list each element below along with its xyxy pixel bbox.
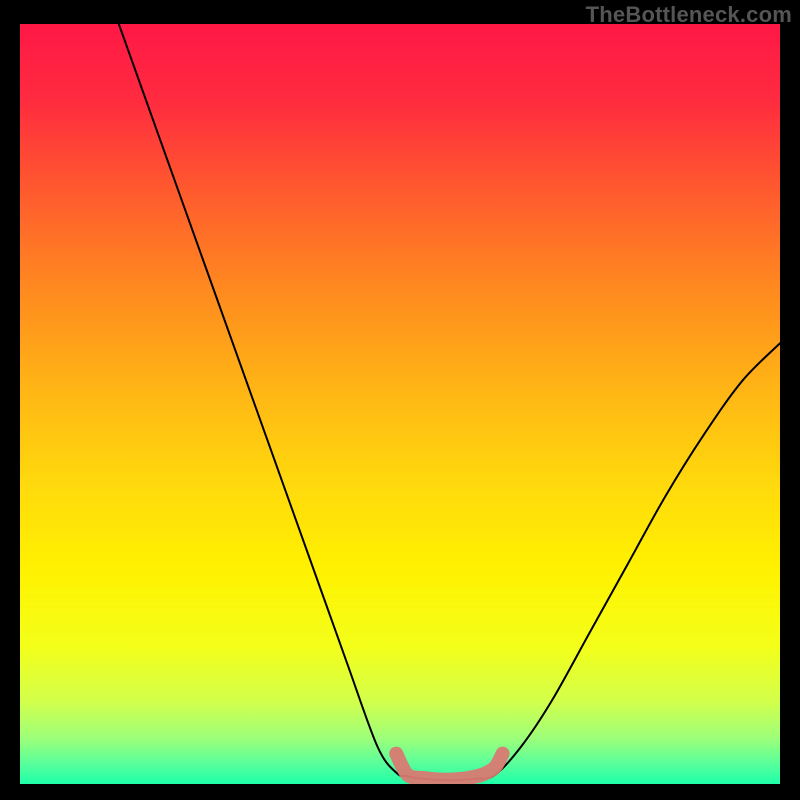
- plot-area: [20, 24, 780, 784]
- curve-plot: [20, 24, 780, 784]
- chart-frame: TheBottleneck.com: [0, 0, 800, 800]
- watermark-text: TheBottleneck.com: [586, 2, 792, 28]
- gradient-background: [20, 24, 780, 784]
